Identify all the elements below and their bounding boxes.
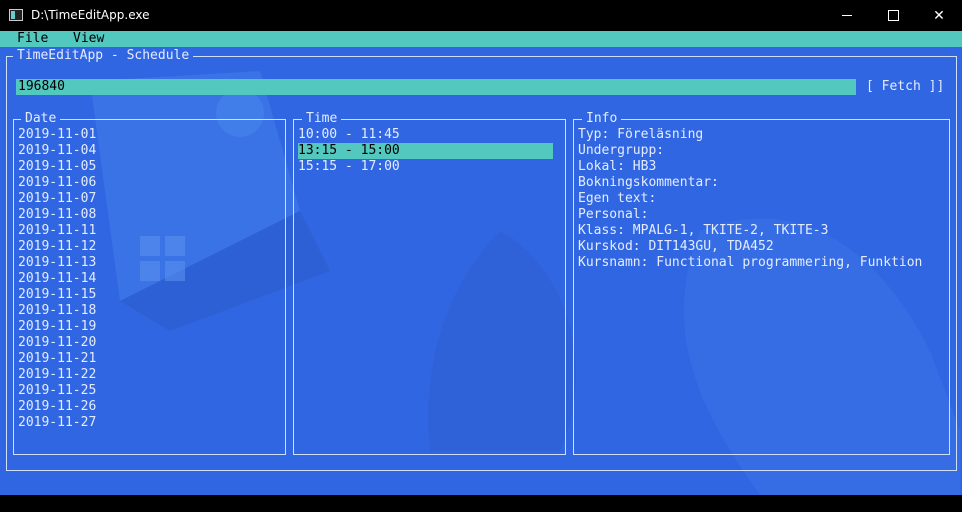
date-list-item[interactable]: 2019-11-13 [18,255,96,271]
time-list-item[interactable]: 13:15 - 15:00 [298,143,553,159]
console-area: File View TimeEditApp - Schedule 196840 … [0,31,962,495]
minimize-button[interactable] [824,0,870,31]
date-list-item[interactable]: 2019-11-11 [18,223,96,239]
time-list-item[interactable]: 10:00 - 11:45 [298,127,553,143]
info-line: Lokal: HB3 [578,159,657,174]
date-list-item[interactable]: 2019-11-06 [18,175,96,191]
time-list-item[interactable]: 15:15 - 17:00 [298,159,553,175]
info-line: Typ: Föreläsning [578,127,704,142]
close-button[interactable]: ✕ [916,0,962,31]
info-line: Bokningskommentar: [578,175,719,190]
date-panel: Date 2019-11-01 2019-11-04 2019-11-05 2019-… [13,111,286,455]
date-list-item[interactable]: 2019-11-22 [18,367,96,383]
date-list-item[interactable]: 2019-11-07 [18,191,96,207]
date-panel-title: Date [21,111,61,127]
date-list-item[interactable]: 2019-11-26 [18,399,96,415]
student-id-input[interactable]: 196840 [16,79,856,95]
main-title: TimeEditApp - Schedule [13,48,194,64]
window-title: D:\TimeEditApp.exe [31,8,150,22]
info-panel-title: Info [582,111,622,127]
date-list-item[interactable]: 2019-11-01 [18,127,96,143]
date-list-item[interactable]: 2019-11-15 [18,287,96,303]
title-bar: D:\TimeEditApp.exe ✕ [0,0,962,31]
info-panel: Info Typ: Föreläsning Undergrupp: Lokal: H… [573,111,950,455]
info-line: Kurskod: DIT143GU, TDA452 [578,239,774,254]
date-list-item[interactable]: 2019-11-27 [18,415,96,431]
date-list-item[interactable]: 2019-11-04 [18,143,96,159]
date-list-item[interactable]: 2019-11-12 [18,239,96,255]
info-line: Personal: [578,207,649,222]
info-line: Undergrupp: [578,143,665,158]
console-app-icon [9,9,23,21]
date-list-item[interactable]: 2019-11-18 [18,303,96,319]
info-line: Klass: MPALG-1, TKITE-2, TKITE-3 [578,223,829,238]
menu-view[interactable]: View [73,31,104,47]
time-panel: Time 10:00 - 11:45 13:15 - 15:00 15:15 - 1… [293,111,566,455]
bottom-strip [0,495,962,512]
fetch-button[interactable]: [ Fetch ]] [866,79,944,95]
menu-bar: File View [0,31,962,47]
date-list-item[interactable]: 2019-11-21 [18,351,96,367]
date-list-item[interactable]: 2019-11-14 [18,271,96,287]
date-list-item[interactable]: 2019-11-08 [18,207,96,223]
date-list-item[interactable]: 2019-11-05 [18,159,96,175]
menu-file[interactable]: File [17,31,48,47]
date-list-item[interactable]: 2019-11-19 [18,319,96,335]
maximize-button[interactable] [870,0,916,31]
info-line: Kursnamn: Functional programmering, Funk… [578,255,923,270]
date-list-item[interactable]: 2019-11-25 [18,383,96,399]
date-list-item[interactable]: 2019-11-20 [18,335,96,351]
time-panel-title: Time [302,111,342,127]
info-line: Egen text: [578,191,657,206]
